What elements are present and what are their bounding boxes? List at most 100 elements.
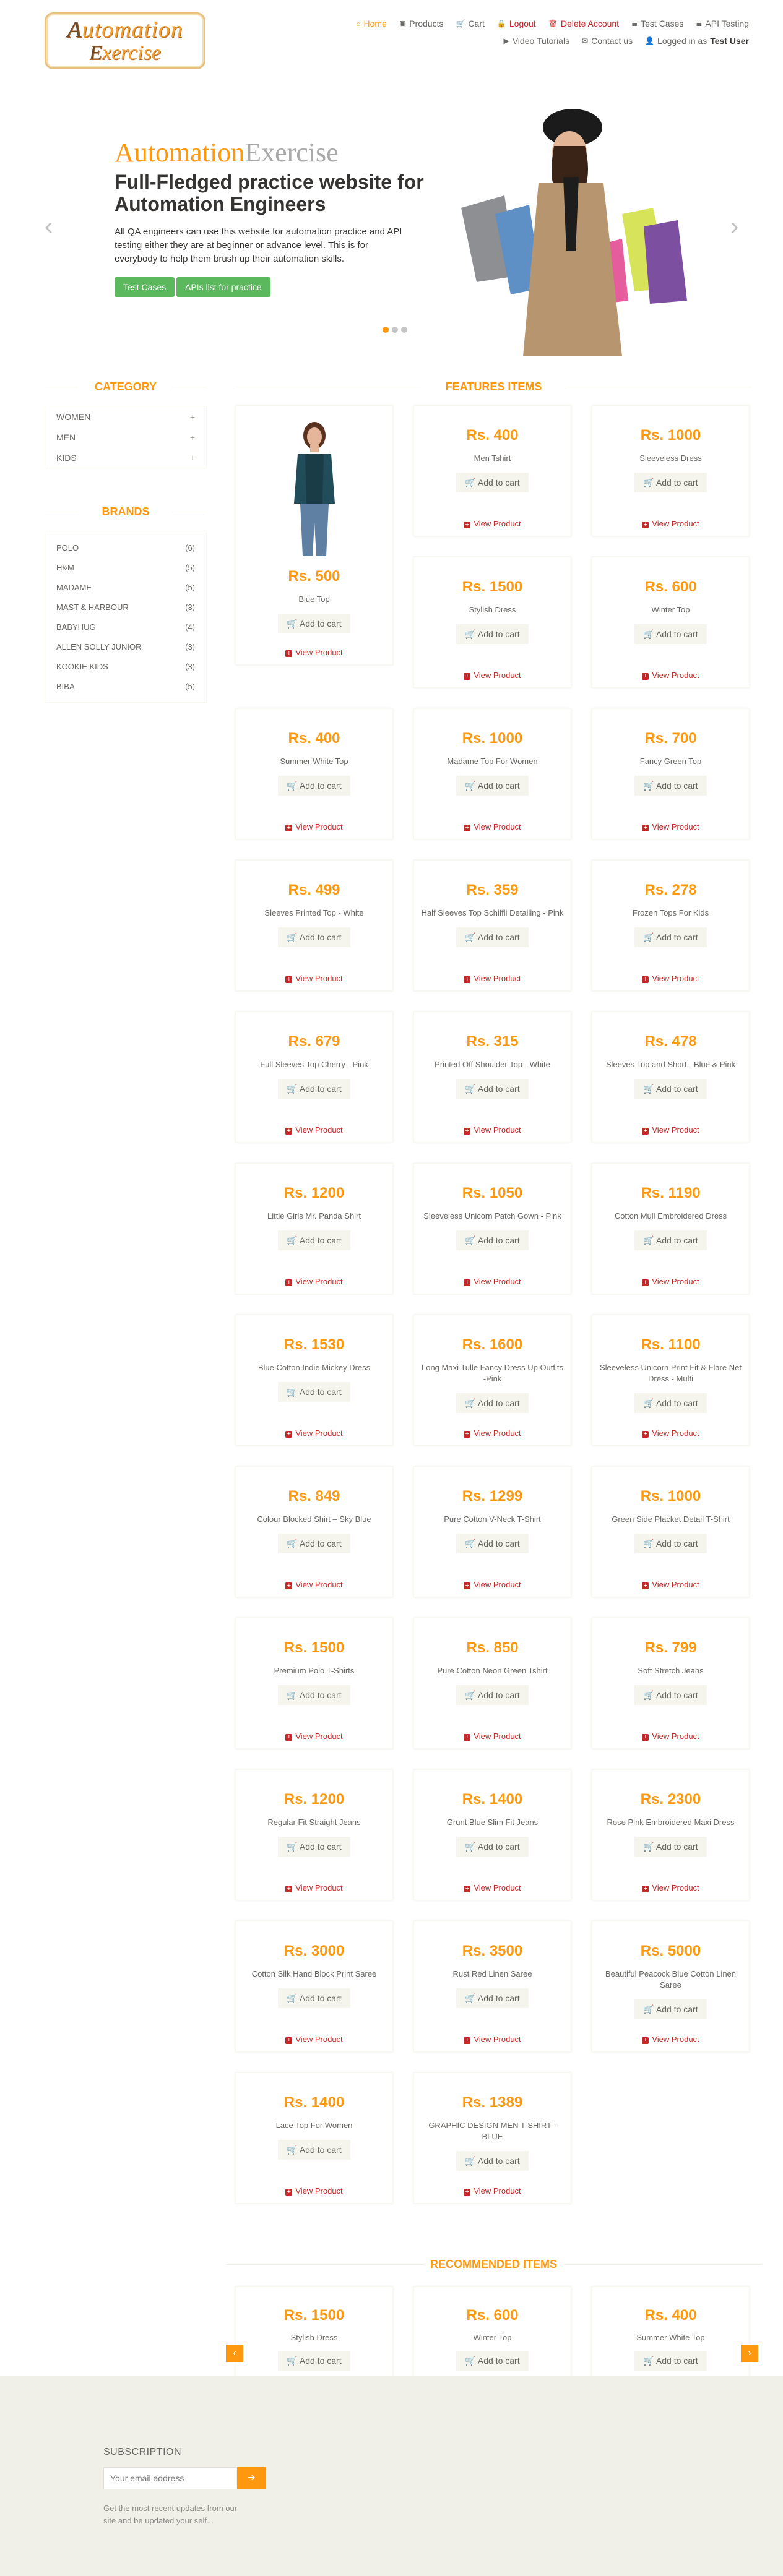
- brand-item[interactable]: MAST & HARBOUR (3): [56, 597, 195, 617]
- view-product-link[interactable]: View Product: [592, 1580, 749, 1589]
- add-to-cart-button[interactable]: 🛒 Add to cart: [278, 1685, 350, 1705]
- brand-item[interactable]: BABYHUG (4): [56, 617, 195, 637]
- add-to-cart-button[interactable]: 🛒 Add to cart: [456, 2351, 529, 2371]
- add-to-cart-button[interactable]: 🛒 Add to cart: [634, 473, 707, 492]
- view-product-link[interactable]: View Product: [414, 1732, 571, 1741]
- add-to-cart-button[interactable]: 🛒 Add to cart: [456, 776, 529, 796]
- recommended-next-arrow[interactable]: ›: [741, 2345, 758, 2362]
- brand-item[interactable]: BIBA (5): [56, 676, 195, 696]
- view-product-link[interactable]: View Product: [236, 974, 392, 983]
- brand-item[interactable]: KOOKIE KIDS (3): [56, 656, 195, 676]
- add-to-cart-button[interactable]: 🛒 Add to cart: [634, 1837, 707, 1857]
- add-to-cart-button[interactable]: 🛒 Add to cart: [634, 1079, 707, 1099]
- add-to-cart-button[interactable]: 🛒 Add to cart: [278, 1837, 350, 1857]
- add-to-cart-button[interactable]: 🛒 Add to cart: [456, 1685, 529, 1705]
- slider-next-arrow[interactable]: ›: [730, 213, 738, 241]
- view-product-link[interactable]: View Product: [592, 1883, 749, 1892]
- plus-icon[interactable]: +: [190, 453, 195, 463]
- add-to-cart-button[interactable]: 🛒 Add to cart: [634, 1534, 707, 1553]
- add-to-cart-button[interactable]: 🛒 Add to cart: [634, 1230, 707, 1250]
- subscribe-email-input[interactable]: [103, 2467, 236, 2489]
- add-to-cart-button[interactable]: 🛒 Add to cart: [278, 614, 350, 633]
- view-product-link[interactable]: View Product: [414, 974, 571, 983]
- add-to-cart-button[interactable]: 🛒 Add to cart: [634, 1685, 707, 1705]
- add-to-cart-button[interactable]: 🛒 Add to cart: [278, 1382, 350, 1402]
- recommended-prev-arrow[interactable]: ‹: [226, 2345, 243, 2362]
- add-to-cart-button[interactable]: 🛒 Add to cart: [456, 1988, 529, 2008]
- add-to-cart-button[interactable]: 🛒 Add to cart: [634, 2351, 707, 2371]
- view-product-link[interactable]: View Product: [592, 1428, 749, 1438]
- add-to-cart-button[interactable]: 🛒 Add to cart: [634, 1393, 707, 1413]
- view-product-link[interactable]: View Product: [414, 1883, 571, 1892]
- view-product-link[interactable]: View Product: [592, 1125, 749, 1135]
- view-product-link[interactable]: View Product: [236, 1277, 392, 1286]
- view-product-link[interactable]: View Product: [414, 1580, 571, 1589]
- add-to-cart-button[interactable]: 🛒 Add to cart: [634, 1999, 707, 2019]
- add-to-cart-button[interactable]: 🛒 Add to cart: [456, 473, 529, 492]
- add-to-cart-button[interactable]: 🛒 Add to cart: [278, 1079, 350, 1099]
- view-product-link[interactable]: View Product: [592, 1732, 749, 1741]
- slider-dot-3[interactable]: [401, 327, 407, 333]
- view-product-link[interactable]: View Product: [414, 1125, 571, 1135]
- view-product-link[interactable]: View Product: [592, 1277, 749, 1286]
- add-to-cart-button[interactable]: 🛒 Add to cart: [634, 776, 707, 796]
- nav-contact-us[interactable]: ✉ Contact us: [582, 36, 633, 46]
- add-to-cart-button[interactable]: 🛒 Add to cart: [456, 1230, 529, 1250]
- view-product-link[interactable]: View Product: [236, 2035, 392, 2044]
- view-product-link[interactable]: View Product: [236, 1732, 392, 1741]
- add-to-cart-button[interactable]: 🛒 Add to cart: [456, 927, 529, 947]
- nav-test-cases[interactable]: ≣ Test Cases: [631, 19, 683, 28]
- view-product-link[interactable]: View Product: [414, 822, 571, 831]
- add-to-cart-button[interactable]: 🛒 Add to cart: [278, 1534, 350, 1553]
- view-product-link[interactable]: View Product: [236, 1883, 392, 1892]
- category-item-kids[interactable]: KIDS +: [56, 447, 195, 468]
- add-to-cart-button[interactable]: 🛒 Add to cart: [634, 927, 707, 947]
- slider-dot-1[interactable]: [383, 327, 389, 333]
- nav-delete-account[interactable]: 🗑 Delete Account: [548, 19, 619, 28]
- view-product-link[interactable]: View Product: [236, 822, 392, 831]
- test-cases-button[interactable]: Test Cases: [115, 277, 175, 297]
- view-product-link[interactable]: View Product: [414, 1277, 571, 1286]
- view-product-link[interactable]: View Product: [592, 519, 749, 528]
- view-product-link[interactable]: View Product: [592, 2035, 749, 2044]
- view-product-link[interactable]: View Product: [414, 2186, 571, 2196]
- view-product-link[interactable]: View Product: [592, 671, 749, 680]
- view-product-link[interactable]: View Product: [236, 648, 392, 657]
- add-to-cart-button[interactable]: 🛒 Add to cart: [278, 1230, 350, 1250]
- view-product-link[interactable]: View Product: [414, 1428, 571, 1438]
- view-product-link[interactable]: View Product: [236, 1428, 392, 1438]
- nav-api-testing[interactable]: ≣ API Testing: [696, 19, 749, 28]
- view-product-link[interactable]: View Product: [592, 974, 749, 983]
- slider-prev-arrow[interactable]: ‹: [45, 213, 53, 241]
- view-product-link[interactable]: View Product: [414, 2035, 571, 2044]
- slider-dot-2[interactable]: [392, 327, 398, 333]
- add-to-cart-button[interactable]: 🛒 Add to cart: [634, 624, 707, 644]
- brand-item[interactable]: H&M (5): [56, 557, 195, 577]
- add-to-cart-button[interactable]: 🛒 Add to cart: [456, 1079, 529, 1099]
- category-item-men[interactable]: MEN +: [56, 427, 195, 447]
- view-product-link[interactable]: View Product: [236, 2186, 392, 2196]
- add-to-cart-button[interactable]: 🛒 Add to cart: [456, 624, 529, 644]
- plus-icon[interactable]: +: [190, 432, 195, 442]
- nav-cart[interactable]: 🛒 Cart: [456, 19, 484, 28]
- plus-icon[interactable]: +: [190, 412, 195, 422]
- add-to-cart-button[interactable]: 🛒 Add to cart: [456, 1837, 529, 1857]
- add-to-cart-button[interactable]: 🛒 Add to cart: [456, 1393, 529, 1413]
- nav-products[interactable]: ▣ Products: [399, 19, 444, 28]
- brand-item[interactable]: POLO (6): [56, 538, 195, 557]
- add-to-cart-button[interactable]: 🛒 Add to cart: [278, 776, 350, 796]
- add-to-cart-button[interactable]: 🛒 Add to cart: [278, 927, 350, 947]
- view-product-link[interactable]: View Product: [592, 822, 749, 831]
- brand-item[interactable]: MADAME (5): [56, 577, 195, 597]
- view-product-link[interactable]: View Product: [414, 671, 571, 680]
- brand-item[interactable]: ALLEN SOLLY JUNIOR (3): [56, 637, 195, 656]
- add-to-cart-button[interactable]: 🛒 Add to cart: [456, 1534, 529, 1553]
- apis-list-button[interactable]: APIs list for practice: [176, 277, 270, 297]
- add-to-cart-button[interactable]: 🛒 Add to cart: [456, 2151, 529, 2171]
- category-item-women[interactable]: WOMEN +: [56, 406, 195, 427]
- nav-home[interactable]: ⌂ Home: [356, 19, 387, 28]
- view-product-link[interactable]: View Product: [236, 1580, 392, 1589]
- view-product-link[interactable]: View Product: [236, 1125, 392, 1135]
- subscribe-button[interactable]: ➜: [237, 2467, 266, 2489]
- view-product-link[interactable]: View Product: [414, 519, 571, 528]
